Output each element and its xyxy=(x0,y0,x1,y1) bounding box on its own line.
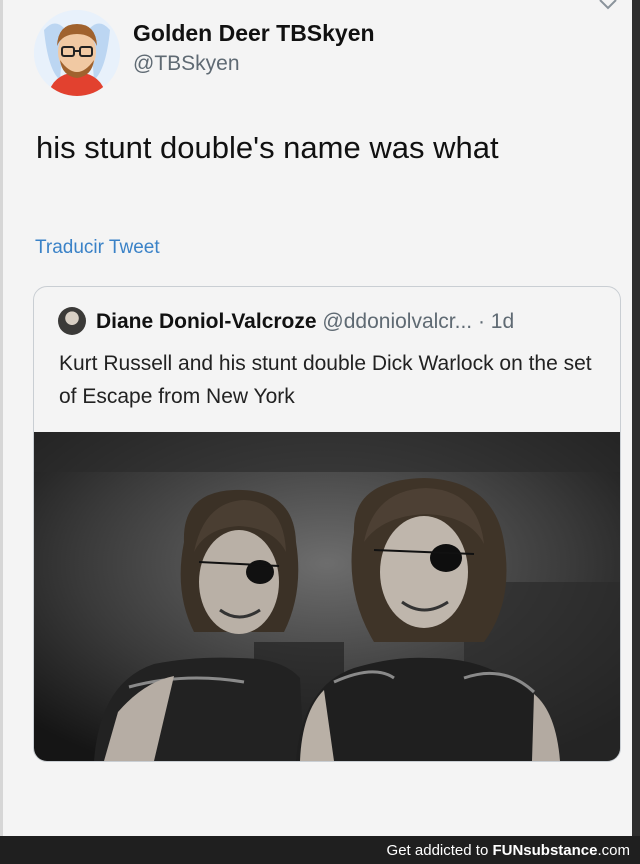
author-avatar[interactable] xyxy=(34,10,120,96)
watermark-brand-substance: substance xyxy=(523,842,598,859)
tweet-text: his stunt double's name was what xyxy=(36,130,499,165)
watermark-text: Get addicted to FUNsubstance.com xyxy=(387,842,630,859)
right-border xyxy=(632,0,640,836)
quoted-tweet-text: Kurt Russell and his stunt double Dick W… xyxy=(59,352,592,408)
author-handle[interactable]: @TBSkyen xyxy=(133,52,240,76)
author-name[interactable]: Golden Deer TBSkyen xyxy=(133,20,375,47)
watermark-bar: Get addicted to FUNsubstance.com xyxy=(0,836,640,864)
quoted-tweet-photo[interactable] xyxy=(34,432,620,761)
quoted-tweet-time[interactable]: · 1d xyxy=(478,310,514,333)
quoted-tweet-header: Diane Doniol-Valcroze @ddoniolvalcr... ·… xyxy=(96,310,514,334)
quoted-author-avatar[interactable] xyxy=(58,307,86,335)
quoted-author-handle[interactable]: @ddoniolvalcr... xyxy=(322,310,472,333)
quoted-author-name[interactable]: Diane Doniol-Valcroze xyxy=(96,310,317,333)
quoted-tweet[interactable]: Diane Doniol-Valcroze @ddoniolvalcr... ·… xyxy=(33,286,621,762)
left-border xyxy=(0,0,3,836)
tweet-screenshot: Golden Deer TBSkyen @TBSkyen his stunt d… xyxy=(0,0,640,836)
cartoon-avatar-icon xyxy=(34,10,120,96)
chevron-down-icon[interactable] xyxy=(596,0,620,14)
watermark-prefix: Get addicted to xyxy=(386,842,493,859)
watermark-brand-fun: FUN xyxy=(492,842,524,859)
translate-tweet-link[interactable]: Traducir Tweet xyxy=(35,237,160,259)
watermark-brand-com: .com xyxy=(597,842,630,859)
